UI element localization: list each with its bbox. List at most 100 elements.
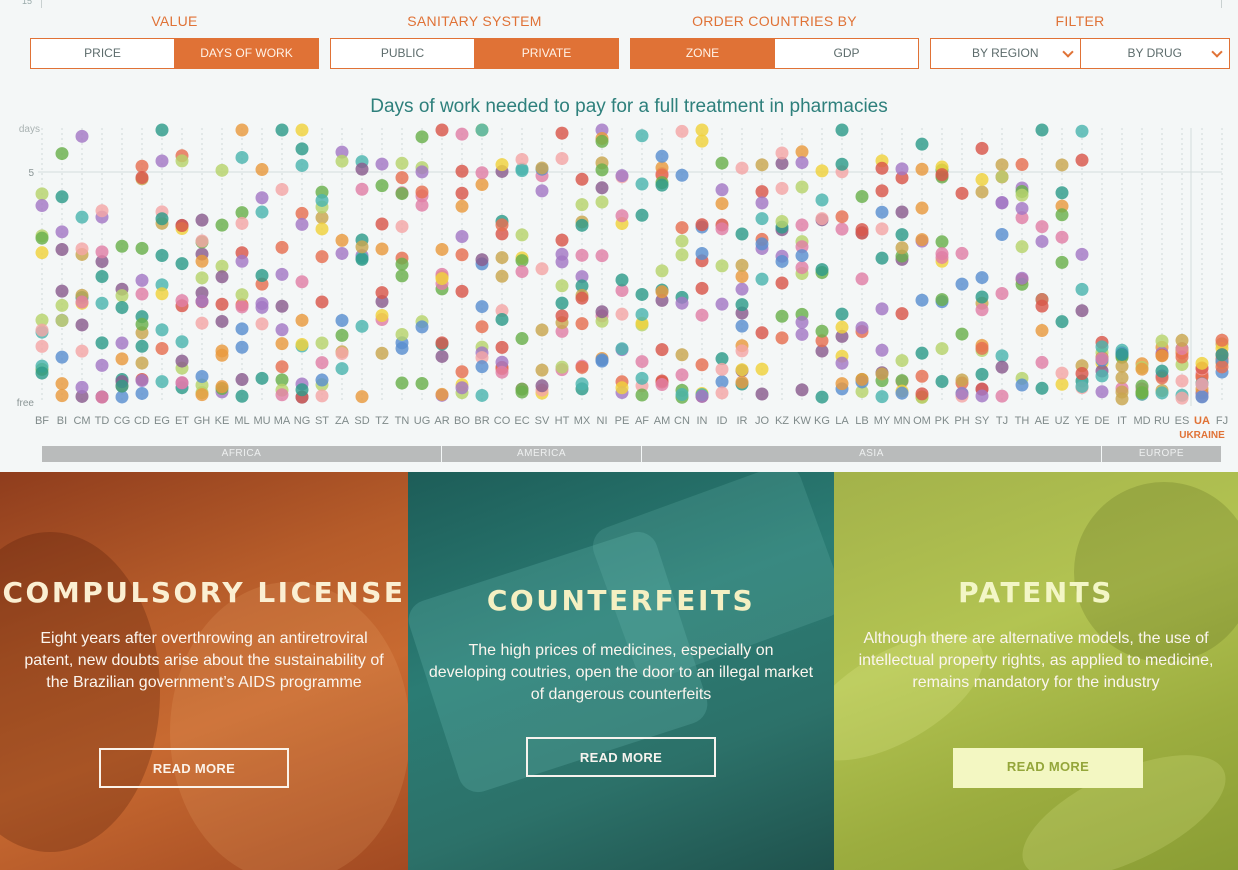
chart-title: Days of work needed to pay for a full tr… (370, 96, 888, 117)
x-tick-label: TZ (375, 415, 389, 427)
data-point (235, 288, 249, 302)
data-point (955, 246, 969, 260)
by-drug-dropdown[interactable]: BY DRUG (1079, 39, 1230, 68)
data-point (835, 320, 849, 334)
x-tick-label: CG (114, 415, 131, 427)
x-tick-label: TN (395, 415, 410, 427)
data-point (955, 386, 969, 400)
data-point (835, 222, 849, 236)
data-point (575, 218, 589, 232)
data-point (775, 181, 789, 195)
region-bar-europe[interactable]: EUROPE (1102, 446, 1221, 462)
x-tick-label: KG (814, 415, 830, 427)
data-point (875, 390, 889, 404)
data-point (915, 387, 929, 401)
zone-option[interactable]: ZONE (631, 39, 774, 68)
data-point (135, 241, 149, 255)
data-point (515, 228, 529, 242)
data-point (195, 234, 209, 248)
data-point (915, 369, 929, 383)
data-point (595, 354, 609, 368)
data-point (335, 328, 349, 342)
data-point (1015, 201, 1029, 215)
data-point (375, 217, 389, 231)
compulsory-license-card[interactable]: COMPULSORY LICENSE Eight years after ove… (0, 472, 408, 870)
data-point (1055, 315, 1069, 329)
sanitary-system-control: SANITARY SYSTEM PUBLIC PRIVATE (330, 12, 619, 69)
filter-dropdowns: BY REGION BY DRUG (930, 38, 1230, 69)
data-point (875, 251, 889, 265)
data-point (95, 204, 109, 218)
counterfeits-card[interactable]: COUNTERFEITS The high prices of medicine… (408, 472, 834, 870)
data-point (55, 350, 69, 364)
data-point (135, 287, 149, 301)
x-tick-label: AM (654, 415, 671, 427)
data-point (915, 201, 929, 215)
data-point (755, 237, 769, 251)
scatter-chart: 5 free days BF BI CM TD CG CD EG ET GH KE ML MU MA NG ST Z… (17, 123, 1229, 441)
data-point (675, 348, 689, 362)
data-point (295, 313, 309, 327)
region-bar-africa[interactable]: AFRICA (42, 446, 441, 462)
data-point (715, 259, 729, 273)
data-point (835, 123, 849, 137)
read-more-button[interactable]: READ MORE (526, 737, 716, 777)
data-point (35, 339, 49, 353)
data-point (615, 169, 629, 183)
data-point (835, 307, 849, 321)
read-more-button[interactable]: READ MORE (953, 748, 1143, 788)
data-point (215, 344, 229, 358)
data-point (135, 159, 149, 173)
data-point (35, 323, 49, 337)
x-tick-label: ZA (335, 415, 350, 427)
data-point (675, 124, 689, 138)
days-of-work-option[interactable]: DAYS OF WORK (174, 39, 318, 68)
data-point (695, 281, 709, 295)
data-point (415, 198, 429, 212)
data-point (695, 123, 709, 137)
read-more-button[interactable]: READ MORE (99, 748, 289, 788)
data-point (595, 134, 609, 148)
data-point (195, 369, 209, 383)
data-point (615, 307, 629, 321)
data-point (915, 293, 929, 307)
data-point (675, 368, 689, 382)
background-bottle-shape (170, 582, 408, 870)
data-point (1075, 124, 1089, 138)
data-point (1015, 240, 1029, 254)
data-point (1055, 377, 1069, 391)
data-point (55, 147, 69, 161)
data-point (595, 163, 609, 177)
data-point (1055, 366, 1069, 380)
data-point (75, 242, 89, 256)
data-point (275, 337, 289, 351)
data-point (55, 377, 69, 391)
private-option[interactable]: PRIVATE (474, 39, 618, 68)
data-point (335, 233, 349, 247)
data-point (395, 327, 409, 341)
data-point (455, 199, 469, 213)
patents-card[interactable]: PATENTS Although there are alternative m… (834, 472, 1238, 870)
price-option[interactable]: PRICE (31, 39, 174, 68)
data-point (255, 205, 269, 219)
by-region-dropdown[interactable]: BY REGION (931, 39, 1080, 68)
data-point (695, 308, 709, 322)
x-tick-label: PH (954, 415, 969, 427)
x-tick-label: PE (615, 415, 630, 427)
x-tick-label: YE (1075, 415, 1090, 427)
data-point (775, 254, 789, 268)
x-tick-label: IR (737, 415, 748, 427)
region-bar-america[interactable]: AMERICA (442, 446, 641, 462)
data-point (575, 360, 589, 374)
data-point (955, 277, 969, 291)
data-point (235, 150, 249, 164)
by-region-label: BY REGION (972, 46, 1039, 60)
data-point (295, 275, 309, 289)
data-point (95, 245, 109, 259)
data-point (795, 218, 809, 232)
gdp-option[interactable]: GDP (774, 39, 918, 68)
data-point (715, 156, 729, 170)
public-option[interactable]: PUBLIC (331, 39, 474, 68)
region-bar-asia[interactable]: ASIA (642, 446, 1101, 462)
data-point (895, 354, 909, 368)
